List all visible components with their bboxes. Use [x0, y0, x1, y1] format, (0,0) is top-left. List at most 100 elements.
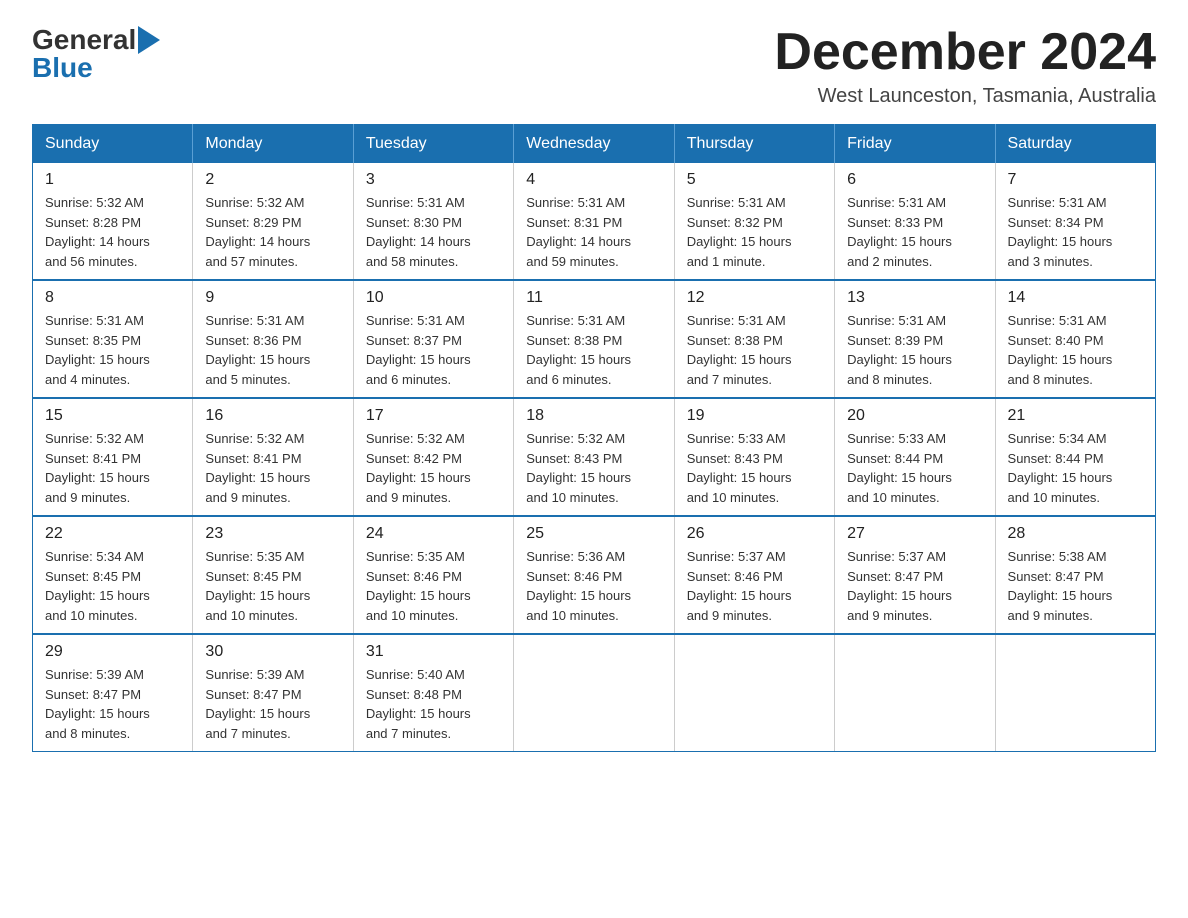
day-number: 5 [687, 171, 822, 189]
day-number: 2 [205, 171, 340, 189]
day-cell: 30 Sunrise: 5:39 AM Sunset: 8:47 PM Dayl… [193, 634, 353, 752]
day-number: 21 [1008, 407, 1143, 425]
day-number: 27 [847, 525, 982, 543]
day-number: 12 [687, 289, 822, 307]
header-friday: Friday [835, 125, 995, 164]
week-row-5: 29 Sunrise: 5:39 AM Sunset: 8:47 PM Dayl… [33, 634, 1156, 752]
header-row: SundayMondayTuesdayWednesdayThursdayFrid… [33, 125, 1156, 164]
day-cell: 4 Sunrise: 5:31 AM Sunset: 8:31 PM Dayli… [514, 163, 674, 280]
day-info: Sunrise: 5:32 AM Sunset: 8:41 PM Dayligh… [45, 429, 180, 507]
header-monday: Monday [193, 125, 353, 164]
day-info: Sunrise: 5:34 AM Sunset: 8:45 PM Dayligh… [45, 547, 180, 625]
day-cell: 6 Sunrise: 5:31 AM Sunset: 8:33 PM Dayli… [835, 163, 995, 280]
day-number: 9 [205, 289, 340, 307]
day-info: Sunrise: 5:38 AM Sunset: 8:47 PM Dayligh… [1008, 547, 1143, 625]
day-cell [995, 634, 1155, 752]
day-info: Sunrise: 5:31 AM Sunset: 8:38 PM Dayligh… [687, 311, 822, 389]
day-cell: 16 Sunrise: 5:32 AM Sunset: 8:41 PM Dayl… [193, 398, 353, 516]
calendar-table: SundayMondayTuesdayWednesdayThursdayFrid… [32, 124, 1156, 752]
day-number: 1 [45, 171, 180, 189]
day-number: 14 [1008, 289, 1143, 307]
day-info: Sunrise: 5:35 AM Sunset: 8:46 PM Dayligh… [366, 547, 501, 625]
day-info: Sunrise: 5:31 AM Sunset: 8:34 PM Dayligh… [1008, 193, 1143, 271]
day-info: Sunrise: 5:39 AM Sunset: 8:47 PM Dayligh… [45, 665, 180, 743]
day-cell: 5 Sunrise: 5:31 AM Sunset: 8:32 PM Dayli… [674, 163, 834, 280]
day-cell: 19 Sunrise: 5:33 AM Sunset: 8:43 PM Dayl… [674, 398, 834, 516]
day-info: Sunrise: 5:31 AM Sunset: 8:39 PM Dayligh… [847, 311, 982, 389]
day-info: Sunrise: 5:33 AM Sunset: 8:44 PM Dayligh… [847, 429, 982, 507]
day-info: Sunrise: 5:40 AM Sunset: 8:48 PM Dayligh… [366, 665, 501, 743]
day-number: 26 [687, 525, 822, 543]
day-cell: 22 Sunrise: 5:34 AM Sunset: 8:45 PM Dayl… [33, 516, 193, 634]
header-tuesday: Tuesday [353, 125, 513, 164]
day-number: 22 [45, 525, 180, 543]
day-number: 16 [205, 407, 340, 425]
day-info: Sunrise: 5:31 AM Sunset: 8:32 PM Dayligh… [687, 193, 822, 271]
week-row-3: 15 Sunrise: 5:32 AM Sunset: 8:41 PM Dayl… [33, 398, 1156, 516]
day-cell: 25 Sunrise: 5:36 AM Sunset: 8:46 PM Dayl… [514, 516, 674, 634]
day-info: Sunrise: 5:31 AM Sunset: 8:31 PM Dayligh… [526, 193, 661, 271]
day-cell: 10 Sunrise: 5:31 AM Sunset: 8:37 PM Dayl… [353, 280, 513, 398]
day-info: Sunrise: 5:32 AM Sunset: 8:43 PM Dayligh… [526, 429, 661, 507]
day-number: 10 [366, 289, 501, 307]
day-info: Sunrise: 5:35 AM Sunset: 8:45 PM Dayligh… [205, 547, 340, 625]
day-info: Sunrise: 5:33 AM Sunset: 8:43 PM Dayligh… [687, 429, 822, 507]
day-cell: 29 Sunrise: 5:39 AM Sunset: 8:47 PM Dayl… [33, 634, 193, 752]
day-number: 8 [45, 289, 180, 307]
calendar-body: 1 Sunrise: 5:32 AM Sunset: 8:28 PM Dayli… [33, 163, 1156, 752]
day-cell [514, 634, 674, 752]
title-section: December 2024 West Launceston, Tasmania,… [774, 24, 1156, 108]
day-cell: 9 Sunrise: 5:31 AM Sunset: 8:36 PM Dayli… [193, 280, 353, 398]
day-cell: 26 Sunrise: 5:37 AM Sunset: 8:46 PM Dayl… [674, 516, 834, 634]
day-cell: 20 Sunrise: 5:33 AM Sunset: 8:44 PM Dayl… [835, 398, 995, 516]
day-cell [674, 634, 834, 752]
logo-arrow-icon [138, 26, 160, 54]
day-info: Sunrise: 5:31 AM Sunset: 8:40 PM Dayligh… [1008, 311, 1143, 389]
day-number: 4 [526, 171, 661, 189]
location-title: West Launceston, Tasmania, Australia [774, 85, 1156, 108]
day-cell: 24 Sunrise: 5:35 AM Sunset: 8:46 PM Dayl… [353, 516, 513, 634]
day-cell: 3 Sunrise: 5:31 AM Sunset: 8:30 PM Dayli… [353, 163, 513, 280]
day-number: 11 [526, 289, 661, 307]
day-cell: 14 Sunrise: 5:31 AM Sunset: 8:40 PM Dayl… [995, 280, 1155, 398]
page-header: General Blue December 2024 West Launcest… [32, 24, 1156, 108]
day-info: Sunrise: 5:39 AM Sunset: 8:47 PM Dayligh… [205, 665, 340, 743]
day-number: 3 [366, 171, 501, 189]
day-number: 17 [366, 407, 501, 425]
day-cell: 31 Sunrise: 5:40 AM Sunset: 8:48 PM Dayl… [353, 634, 513, 752]
logo-blue-text: Blue [32, 52, 93, 84]
day-info: Sunrise: 5:31 AM Sunset: 8:38 PM Dayligh… [526, 311, 661, 389]
day-info: Sunrise: 5:37 AM Sunset: 8:46 PM Dayligh… [687, 547, 822, 625]
header-saturday: Saturday [995, 125, 1155, 164]
day-cell: 1 Sunrise: 5:32 AM Sunset: 8:28 PM Dayli… [33, 163, 193, 280]
day-info: Sunrise: 5:31 AM Sunset: 8:30 PM Dayligh… [366, 193, 501, 271]
day-cell: 28 Sunrise: 5:38 AM Sunset: 8:47 PM Dayl… [995, 516, 1155, 634]
day-cell: 15 Sunrise: 5:32 AM Sunset: 8:41 PM Dayl… [33, 398, 193, 516]
header-sunday: Sunday [33, 125, 193, 164]
day-info: Sunrise: 5:37 AM Sunset: 8:47 PM Dayligh… [847, 547, 982, 625]
day-info: Sunrise: 5:31 AM Sunset: 8:36 PM Dayligh… [205, 311, 340, 389]
day-info: Sunrise: 5:31 AM Sunset: 8:37 PM Dayligh… [366, 311, 501, 389]
header-thursday: Thursday [674, 125, 834, 164]
day-cell [835, 634, 995, 752]
day-info: Sunrise: 5:36 AM Sunset: 8:46 PM Dayligh… [526, 547, 661, 625]
day-info: Sunrise: 5:31 AM Sunset: 8:33 PM Dayligh… [847, 193, 982, 271]
day-info: Sunrise: 5:31 AM Sunset: 8:35 PM Dayligh… [45, 311, 180, 389]
header-wednesday: Wednesday [514, 125, 674, 164]
day-cell: 21 Sunrise: 5:34 AM Sunset: 8:44 PM Dayl… [995, 398, 1155, 516]
day-number: 15 [45, 407, 180, 425]
day-cell: 8 Sunrise: 5:31 AM Sunset: 8:35 PM Dayli… [33, 280, 193, 398]
day-number: 19 [687, 407, 822, 425]
day-number: 23 [205, 525, 340, 543]
week-row-2: 8 Sunrise: 5:31 AM Sunset: 8:35 PM Dayli… [33, 280, 1156, 398]
day-number: 29 [45, 643, 180, 661]
day-cell: 17 Sunrise: 5:32 AM Sunset: 8:42 PM Dayl… [353, 398, 513, 516]
day-info: Sunrise: 5:34 AM Sunset: 8:44 PM Dayligh… [1008, 429, 1143, 507]
day-number: 28 [1008, 525, 1143, 543]
day-number: 18 [526, 407, 661, 425]
day-cell: 12 Sunrise: 5:31 AM Sunset: 8:38 PM Dayl… [674, 280, 834, 398]
week-row-1: 1 Sunrise: 5:32 AM Sunset: 8:28 PM Dayli… [33, 163, 1156, 280]
day-cell: 18 Sunrise: 5:32 AM Sunset: 8:43 PM Dayl… [514, 398, 674, 516]
day-number: 25 [526, 525, 661, 543]
day-number: 6 [847, 171, 982, 189]
